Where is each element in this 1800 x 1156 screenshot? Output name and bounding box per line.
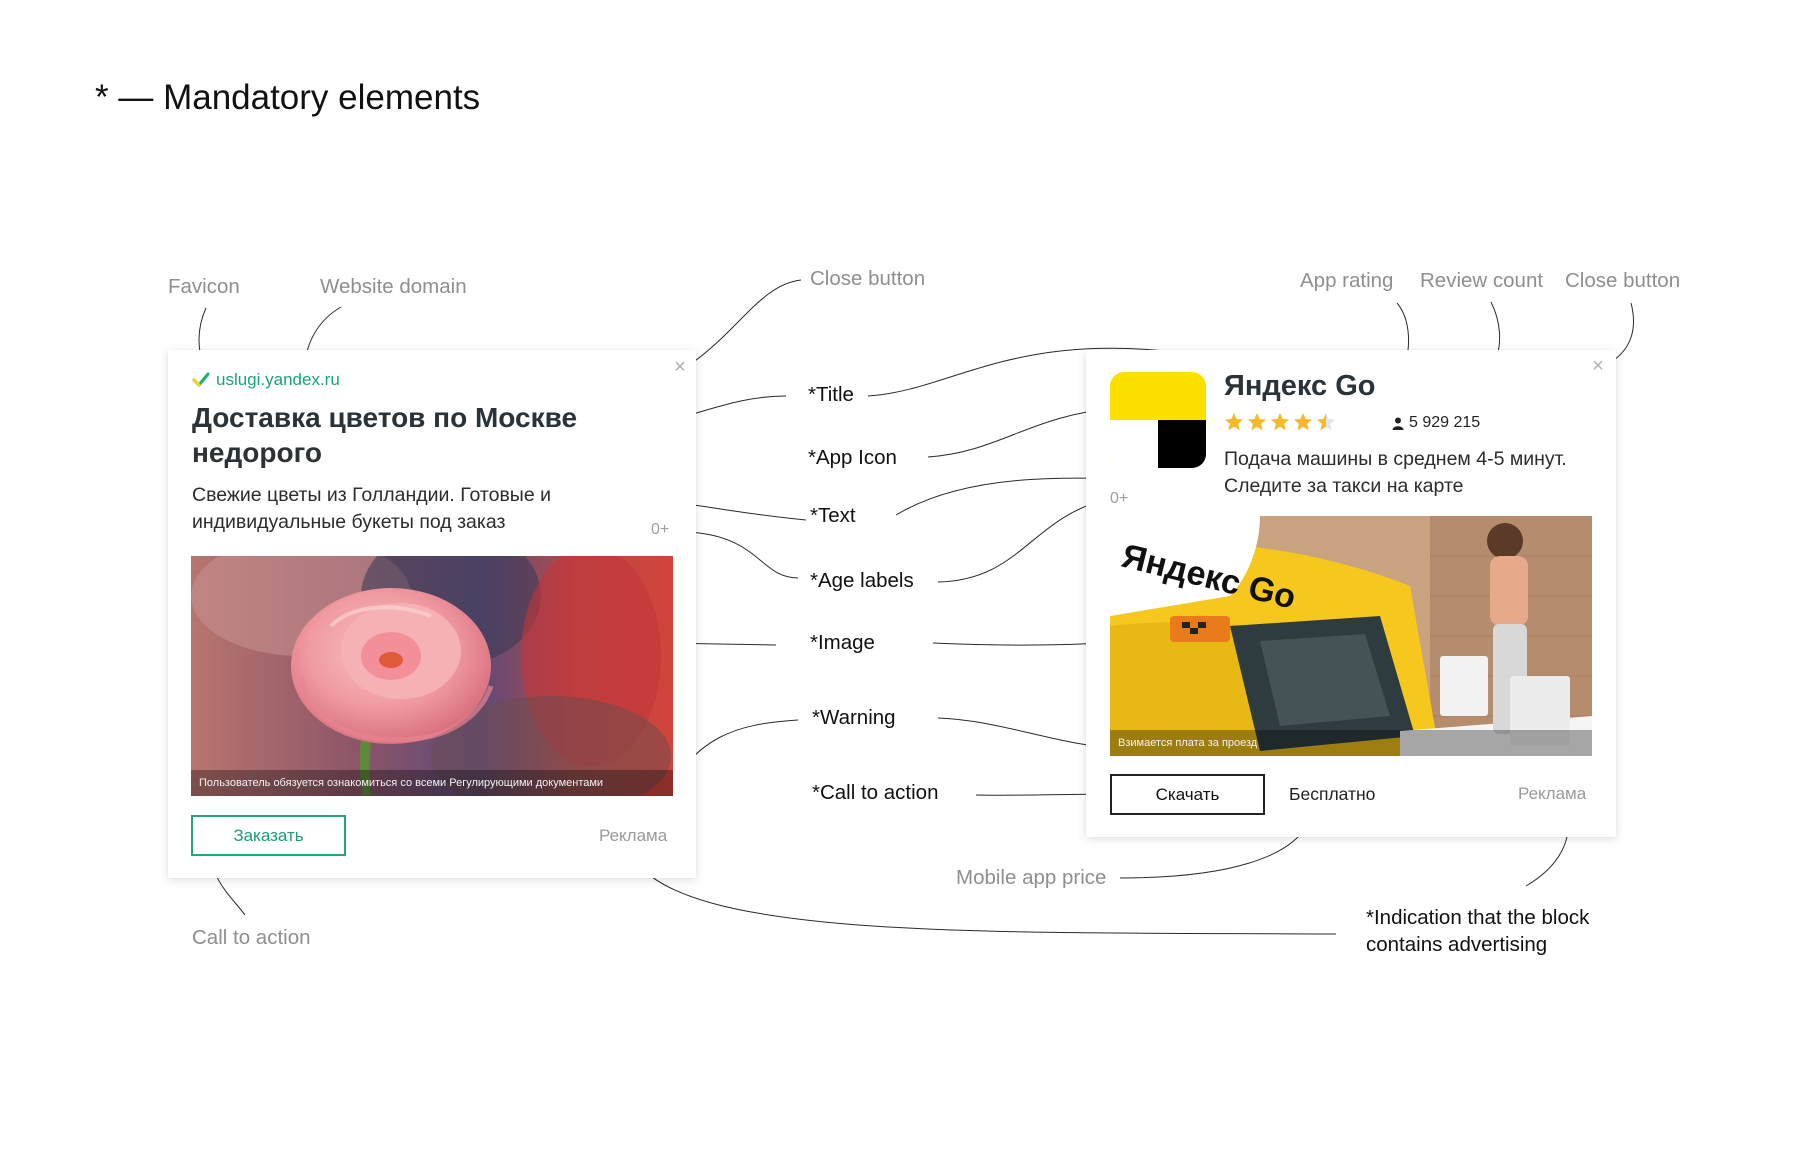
domain-row: uslugi.yandex.ru	[192, 370, 340, 390]
yandex-go-app-icon	[1110, 372, 1206, 468]
callout-review-count: Review count	[1420, 269, 1544, 292]
warning-text: Взимается плата за проезд	[1110, 730, 1592, 756]
callout-close-button-left: Close button	[810, 267, 926, 290]
label-image: *Image	[810, 631, 875, 654]
callout-website-domain: Website domain	[320, 275, 467, 298]
ad-image[interactable]: Пользователь обязуется ознакомиться со в…	[191, 556, 673, 796]
app-icon[interactable]	[1110, 372, 1206, 468]
download-button[interactable]: Скачать	[1110, 774, 1265, 815]
ad-label[interactable]: Реклама	[1518, 784, 1586, 804]
connector-close-left	[687, 279, 802, 367]
label-text: *Text	[810, 504, 856, 527]
connector-age-left	[687, 531, 799, 579]
app-rating-stars	[1224, 412, 1339, 432]
app-title[interactable]: Яндекс Go	[1224, 370, 1376, 403]
label-ad-indication: *Indication that the block contains adve…	[1366, 906, 1590, 956]
app-text: Подача машины в среднем 4-5 минут. Следи…	[1224, 448, 1567, 497]
peony-flower-image	[191, 556, 673, 796]
star-icon	[1225, 413, 1243, 431]
callout-call-to-action: Call to action	[192, 926, 311, 949]
ad-image[interactable]: Яндекс Go Взимается плата за проезд	[1110, 516, 1592, 756]
taxi-image: Яндекс Go	[1110, 516, 1592, 756]
order-button[interactable]: Заказать	[191, 815, 346, 856]
star-icon	[1271, 413, 1289, 431]
label-call-to-action: *Call to action	[812, 781, 939, 804]
app-price: Бесплатно	[1289, 784, 1376, 804]
star-icon	[1248, 413, 1266, 431]
ad-text: Свежие цветы из Голландии. Готовые и инд…	[192, 484, 551, 533]
app-ad-card[interactable]: × Яндекс Go 5 929 215 Подача машины в ср…	[1086, 350, 1616, 837]
favicon-icon	[192, 372, 210, 387]
ad-label[interactable]: Реклама	[599, 826, 667, 846]
review-count: 5 929 215	[1392, 414, 1480, 432]
callout-app-rating: App rating	[1300, 269, 1394, 292]
ad-title[interactable]: Доставка цветов по Москве недорого	[192, 400, 632, 470]
review-count-value: 5 929 215	[1409, 414, 1481, 431]
age-label: 0+	[651, 521, 670, 538]
warning-text: Пользователь обязуется ознакомиться со в…	[191, 770, 673, 796]
label-app-icon: *App Icon	[808, 446, 897, 469]
callout-favicon: Favicon	[168, 275, 240, 298]
label-warning: *Warning	[812, 706, 896, 729]
label-age-labels: *Age labels	[810, 569, 914, 592]
callout-mobile-app-price: Mobile app price	[956, 866, 1107, 889]
star-icon	[1317, 413, 1335, 431]
website-ad-card[interactable]: × uslugi.yandex.ru Доставка цветов по Мо…	[168, 350, 696, 878]
close-icon[interactable]: ×	[1590, 356, 1606, 376]
website-domain[interactable]: uslugi.yandex.ru	[216, 370, 340, 390]
star-icon	[1294, 413, 1312, 431]
age-label: 0+	[1110, 490, 1129, 507]
connector-age-right	[937, 499, 1105, 583]
close-icon[interactable]: ×	[672, 357, 688, 377]
label-title: *Title	[808, 383, 854, 406]
callout-close-button-right: Close button	[1565, 269, 1681, 292]
user-icon	[1392, 417, 1404, 430]
